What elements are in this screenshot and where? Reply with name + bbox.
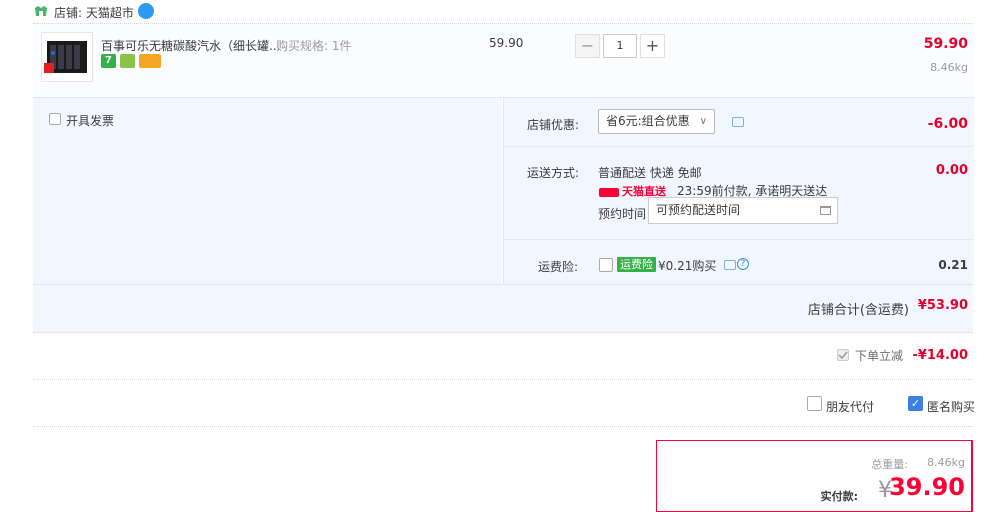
item-sum-price: 59.90 xyxy=(923,36,968,52)
help-icon[interactable]: ? xyxy=(737,258,749,270)
increase-quantity-button[interactable]: + xyxy=(640,34,665,58)
seven-day-return-icon[interactable]: 7 xyxy=(101,54,116,68)
divider xyxy=(33,426,973,427)
booking-time-value: 可预约配送时间 xyxy=(656,203,741,217)
shop-name[interactable]: 店铺: 天猫超市 xyxy=(54,4,134,21)
anonymous-purchase-label[interactable]: 匿名购买 xyxy=(927,398,975,415)
shop-discount-select[interactable]: 省6元:组合优惠 ∨ xyxy=(598,109,715,134)
shop-discount-selected: 省6元:组合优惠 xyxy=(606,114,690,128)
instant-discount-checkbox xyxy=(837,349,849,361)
shipping-value: 0.00 xyxy=(935,163,968,178)
shop-icon xyxy=(35,6,47,16)
unit-price: 59.90 xyxy=(489,36,524,50)
calendar-icon[interactable] xyxy=(820,206,831,215)
quantity-stepper: − 1 + xyxy=(575,34,665,58)
shipping-label: 运送方式: xyxy=(527,166,580,180)
item-title[interactable]: 百事可乐无糖碳酸汽水（细长罐... xyxy=(101,37,280,54)
shop-total-value: ¥53.90 xyxy=(917,298,968,313)
decrease-quantity-button[interactable]: − xyxy=(575,34,600,58)
total-weight: 8.46kg xyxy=(927,456,965,469)
shop-discount-label: 店铺优惠: xyxy=(527,118,580,132)
friend-pay-checkbox[interactable] xyxy=(807,396,822,411)
friend-pay-label[interactable]: 朋友代付 xyxy=(826,398,874,415)
actual-payment-label: 实付款: xyxy=(820,490,858,503)
shop-discount-value: -6.00 xyxy=(927,116,968,132)
shipping-insurance-price[interactable]: ¥0.21购买 xyxy=(658,257,716,274)
actual-payment-amount: 39.90 xyxy=(889,473,965,501)
invoice-checkbox[interactable] xyxy=(49,113,61,125)
tmall-cat-icon xyxy=(599,187,619,197)
invoice-label[interactable]: 开具发票 xyxy=(66,112,114,129)
divider xyxy=(504,239,973,240)
item-badges: 7 xyxy=(101,54,161,68)
instant-discount-label: 下单立减 xyxy=(855,349,904,363)
booking-time-label: 预约时间 xyxy=(598,207,647,221)
divider xyxy=(33,379,973,380)
wangwang-chat-icon[interactable] xyxy=(138,3,154,19)
booking-time-input[interactable]: 可预约配送时间 xyxy=(648,197,838,224)
item-weight: 8.46kg xyxy=(930,61,968,74)
anonymous-purchase-checkbox[interactable]: ✓ xyxy=(908,396,923,411)
shop-total-label: 店铺合计(含运费) xyxy=(807,303,909,318)
card-icon[interactable] xyxy=(139,54,161,68)
total-weight-label: 总重量: xyxy=(871,458,908,471)
item-spec: 购买规格: 1件 xyxy=(276,39,352,53)
divider xyxy=(504,146,973,147)
item-row xyxy=(33,23,973,97)
shipping-insurance-tag: 运费险 xyxy=(617,257,656,272)
shipping-insurance-checkbox[interactable] xyxy=(599,258,613,272)
product-thumbnail[interactable] xyxy=(41,32,93,82)
divider xyxy=(33,332,973,333)
shipping-method: 普通配送 快递 免邮 xyxy=(598,166,702,180)
guarantee-icon[interactable] xyxy=(120,54,135,68)
shipping-insurance-label: 运费险: xyxy=(538,260,579,274)
instant-discount-value: -¥14.00 xyxy=(912,348,968,363)
message-icon[interactable] xyxy=(732,117,744,127)
shipping-insurance-value: 0.21 xyxy=(938,258,968,272)
message-icon[interactable] xyxy=(724,260,736,270)
quantity-input[interactable]: 1 xyxy=(603,34,637,58)
chevron-down-icon: ∨ xyxy=(699,116,707,127)
